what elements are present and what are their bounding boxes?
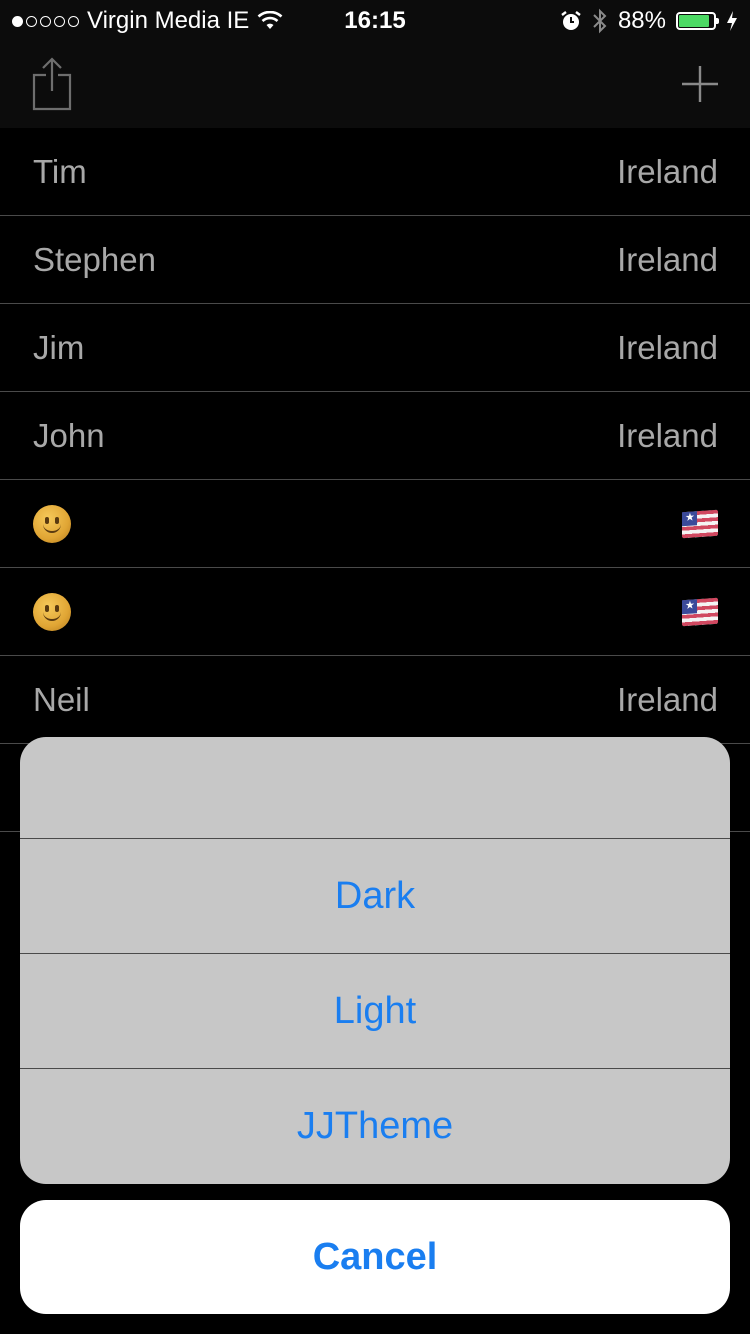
table-row[interactable]: John Ireland (0, 392, 750, 480)
status-bar: Virgin Media IE 16:15 88% (0, 0, 750, 40)
contacts-table: Tim Ireland Stephen Ireland Jim Ireland … (0, 128, 750, 832)
row-country: Ireland (617, 240, 718, 278)
theme-option-light[interactable]: Light (20, 954, 730, 1069)
theme-option-jjtheme[interactable]: JJTheme (20, 1069, 730, 1184)
alarm-icon (561, 11, 581, 30)
navigation-bar (0, 40, 750, 128)
row-country: Ireland (617, 152, 718, 190)
battery-icon (676, 12, 719, 30)
add-button[interactable] (668, 52, 732, 116)
table-row[interactable]: Jim Ireland (0, 304, 750, 392)
battery-percent: 88% (617, 7, 666, 34)
action-sheet: Dark Light JJTheme (20, 737, 730, 1184)
table-row[interactable]: Tim Ireland (0, 128, 750, 216)
battery-level (679, 15, 709, 27)
row-name: Stephen (33, 240, 156, 278)
row-country: Ireland (617, 416, 718, 454)
smiley-emoji-icon (33, 592, 71, 631)
smiley-emoji-icon (33, 504, 71, 543)
plus-icon (682, 66, 718, 102)
row-name: Jim (33, 328, 85, 366)
action-sheet-header (20, 737, 730, 839)
flag-emoji-icon (682, 597, 718, 626)
row-country: Ireland (617, 680, 718, 718)
share-button[interactable] (20, 52, 84, 116)
table-row[interactable] (0, 480, 750, 568)
table-row[interactable]: Neil Ireland (0, 656, 750, 744)
share-icon (32, 57, 72, 111)
bluetooth-icon (593, 8, 607, 34)
row-name: John (33, 416, 105, 454)
cancel-button[interactable]: Cancel (20, 1200, 730, 1314)
charging-bolt-icon (727, 11, 737, 31)
table-row[interactable] (0, 568, 750, 656)
row-name: Neil (33, 680, 90, 718)
status-right: 88% (560, 7, 738, 35)
table-row[interactable]: Stephen Ireland (0, 216, 750, 304)
flag-emoji-icon (682, 509, 718, 538)
theme-option-dark[interactable]: Dark (20, 839, 730, 954)
row-country: Ireland (617, 328, 718, 366)
row-name: Tim (33, 152, 87, 190)
